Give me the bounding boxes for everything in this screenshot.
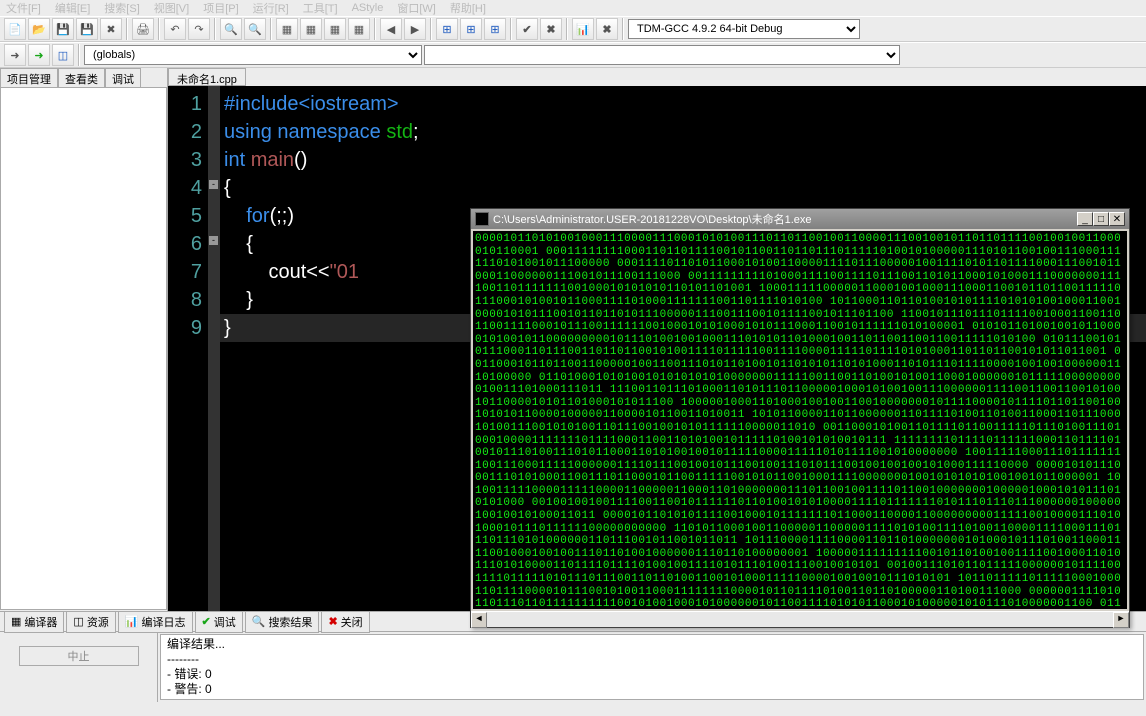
side-tab-debug[interactable]: 调试 xyxy=(105,68,141,87)
close-icon: ✖ xyxy=(328,615,337,628)
menu-help[interactable]: 帮助[H] xyxy=(450,0,486,16)
grid1-button[interactable]: ⊞ xyxy=(436,18,458,40)
menu-search[interactable]: 搜索[S] xyxy=(104,0,139,16)
menu-bar: 文件[F] 编辑[E] 搜索[S] 视图[V] 项目[P] 运行[R] 工具[T… xyxy=(0,0,1146,16)
menu-tools[interactable]: 工具[T] xyxy=(303,0,338,16)
new-file-button[interactable]: 📄 xyxy=(4,18,26,40)
grid-icon: ▦ xyxy=(11,615,21,628)
compiler-select[interactable]: TDM-GCC 4.9.2 64-bit Debug xyxy=(628,19,860,39)
console-scrollbar[interactable]: ◄ ► xyxy=(471,611,1129,627)
scroll-left-button[interactable]: ◄ xyxy=(471,612,487,628)
console-output: 0000101101010010001110000111000101010011… xyxy=(473,231,1127,609)
print-button[interactable]: 🖨 xyxy=(132,18,154,40)
tab-close[interactable]: ✖关闭 xyxy=(321,611,369,633)
side-tab-classes[interactable]: 查看类 xyxy=(58,68,105,87)
globals-select[interactable]: (globals) xyxy=(84,45,422,65)
redo-button[interactable]: ↷ xyxy=(188,18,210,40)
profile-button[interactable]: 📊 xyxy=(572,18,594,40)
tab-compiler[interactable]: ▦编译器 xyxy=(4,611,64,633)
menu-project[interactable]: 项目[P] xyxy=(203,0,238,16)
menu-astyle[interactable]: AStyle xyxy=(352,2,384,14)
close-window-button[interactable]: ✕ xyxy=(1109,212,1125,226)
delete-button[interactable]: ✖ xyxy=(596,18,618,40)
rebuild-button[interactable]: ▦ xyxy=(348,18,370,40)
stop-button[interactable]: ▶ xyxy=(404,18,426,40)
menu-run[interactable]: 运行[R] xyxy=(253,0,289,16)
file-tab-active[interactable]: 未命名1.cpp xyxy=(168,68,246,86)
tab-resources[interactable]: ◫资源 xyxy=(66,611,115,633)
console-app-icon xyxy=(475,212,489,226)
goto-button[interactable]: ➜ xyxy=(4,44,26,66)
compile-log-output: 编译结果... -------- - 错误: 0 - 警告: 0 xyxy=(160,634,1144,700)
debug-button[interactable]: ◀ xyxy=(380,18,402,40)
fold-column: - - xyxy=(208,86,220,611)
fold-marker-icon[interactable]: - xyxy=(209,236,218,245)
bookmark-button[interactable]: ➜ xyxy=(28,44,50,66)
abort-button[interactable]: 中止 xyxy=(19,646,139,666)
menu-file[interactable]: 文件[F] xyxy=(6,0,41,16)
code-body[interactable]: #include<iostream>using namespace std;in… xyxy=(224,90,419,342)
undo-button[interactable]: ↶ xyxy=(164,18,186,40)
search-icon: 🔍 xyxy=(252,615,266,628)
side-panel: 项目管理 查看类 调试 xyxy=(0,68,168,611)
tab-debug[interactable]: ✔调试 xyxy=(195,611,243,633)
error-button[interactable]: ✖ xyxy=(540,18,562,40)
tab-compile-log[interactable]: 📊编译日志 xyxy=(118,611,193,633)
side-panel-body xyxy=(0,87,167,610)
side-tab-project[interactable]: 项目管理 xyxy=(0,68,58,87)
toolbar-secondary: ➜ ➜ ◫ (globals) xyxy=(0,42,1146,68)
maximize-button[interactable]: □ xyxy=(1093,212,1109,226)
check-icon: ✔ xyxy=(202,615,211,628)
close-button[interactable]: ✖ xyxy=(100,18,122,40)
console-window[interactable]: C:\Users\Administrator.USER-20181228VO\D… xyxy=(470,208,1130,628)
run-button[interactable]: ▦ xyxy=(300,18,322,40)
console-titlebar[interactable]: C:\Users\Administrator.USER-20181228VO\D… xyxy=(471,209,1129,229)
menu-edit[interactable]: 编辑[E] xyxy=(55,0,90,16)
grid2-button[interactable]: ⊞ xyxy=(460,18,482,40)
open-button[interactable]: 📂 xyxy=(28,18,50,40)
grid3-button[interactable]: ⊞ xyxy=(484,18,506,40)
menu-window[interactable]: 窗口[W] xyxy=(397,0,436,16)
compile-button[interactable]: ▦ xyxy=(276,18,298,40)
tab-search-results[interactable]: 🔍搜索结果 xyxy=(245,611,320,633)
symbol-select[interactable] xyxy=(424,45,900,65)
minimize-button[interactable]: _ xyxy=(1077,212,1093,226)
menu-view[interactable]: 视图[V] xyxy=(154,0,189,16)
box-icon: ◫ xyxy=(73,615,83,628)
line-gutter: 123456789 xyxy=(168,86,208,342)
toggle-button[interactable]: ◫ xyxy=(52,44,74,66)
console-title: C:\Users\Administrator.USER-20181228VO\D… xyxy=(493,211,812,227)
save-all-button[interactable]: 💾 xyxy=(76,18,98,40)
scroll-right-button[interactable]: ► xyxy=(1113,612,1129,628)
replace-button[interactable]: 🔍 xyxy=(244,18,266,40)
find-button[interactable]: 🔍 xyxy=(220,18,242,40)
fold-marker-icon[interactable]: - xyxy=(209,180,218,189)
compile-run-button[interactable]: ▦ xyxy=(324,18,346,40)
check-button[interactable]: ✔ xyxy=(516,18,538,40)
scroll-track[interactable] xyxy=(487,612,1113,627)
save-button[interactable]: 💾 xyxy=(52,18,74,40)
chart-icon: 📊 xyxy=(125,615,139,628)
toolbar-main: 📄 📂 💾 💾 ✖ 🖨 ↶ ↷ 🔍 🔍 ▦ ▦ ▦ ▦ ◀ ▶ ⊞ ⊞ ⊞ ✔ … xyxy=(0,16,1146,42)
